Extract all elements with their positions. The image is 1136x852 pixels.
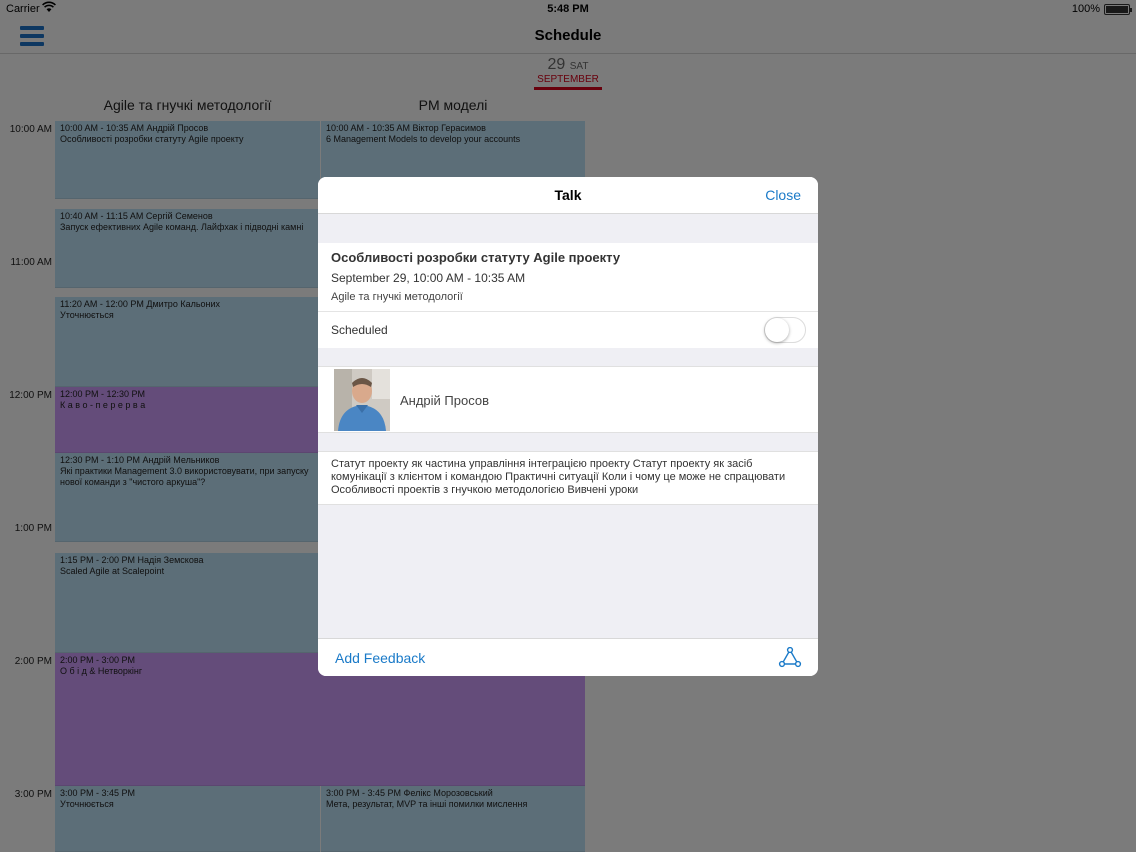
speaker-row[interactable]: Андрій Просов (318, 366, 818, 433)
modal-footer: Add Feedback (318, 638, 818, 676)
speaker-avatar (334, 369, 390, 431)
talk-title: Особливості розробки статуту Agile проек… (331, 250, 621, 265)
modal-title: Talk (554, 187, 582, 203)
talk-description: Статут проекту як частина управління інт… (318, 451, 818, 505)
talk-modal: Talk Close Особливості розробки статуту … (318, 177, 818, 676)
modal-header: Talk Close (318, 177, 818, 214)
scheduled-label: Scheduled (331, 323, 388, 337)
talk-room: Agile та гнучкі методології (331, 291, 463, 303)
speaker-name: Андрій Просов (400, 393, 490, 408)
add-feedback-button[interactable]: Add Feedback (335, 650, 425, 666)
toggle-knob (765, 318, 789, 342)
divider (318, 311, 818, 312)
talk-info: Особливості розробки статуту Agile проек… (318, 243, 818, 348)
talk-time: September 29, 10:00 AM - 10:35 AM (331, 271, 526, 285)
scheduled-toggle[interactable] (764, 317, 806, 343)
close-button[interactable]: Close (765, 187, 801, 203)
share-icon[interactable] (778, 647, 802, 669)
